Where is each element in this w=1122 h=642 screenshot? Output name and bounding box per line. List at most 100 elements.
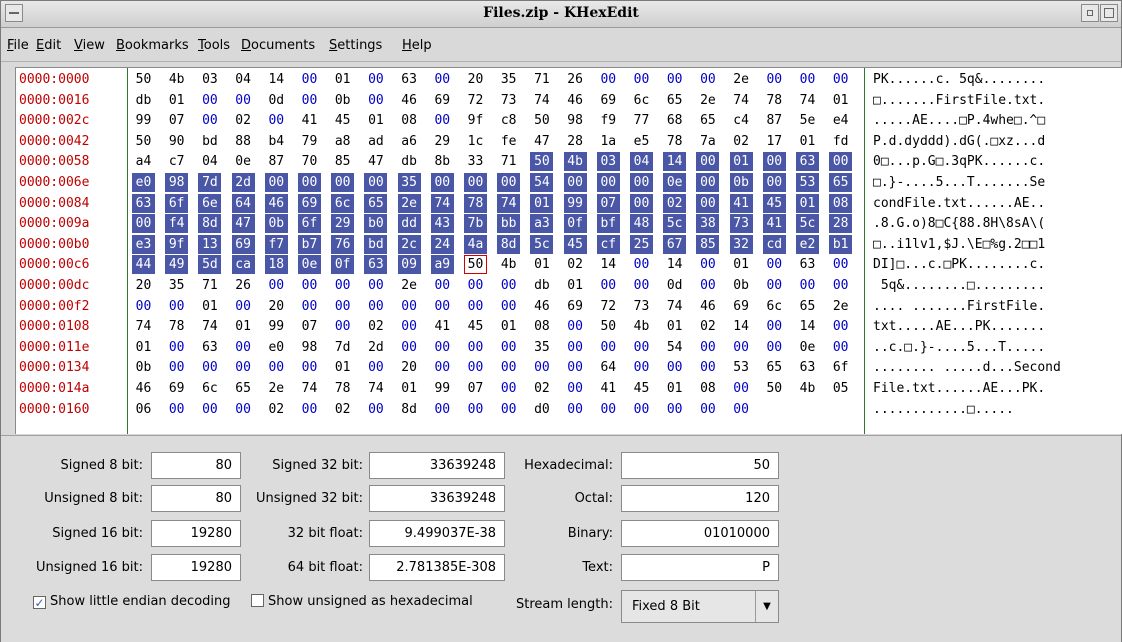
hex-byte[interactable]: 87	[265, 152, 288, 171]
hex-byte[interactable]: 0e	[663, 173, 687, 192]
hex-view[interactable]: 0000:0000 50 4b 03 04 14 00 01 00 63 00 20 35 71 26 00 0…	[15, 67, 1122, 434]
hex-row[interactable]: 0000:0058 a4 c7 04 0e 87 70 85 47 db 8b 33 71 50 4b 03 0…	[16, 152, 1122, 172]
hex-byte[interactable]: 77	[630, 111, 653, 130]
hex-byte[interactable]: 00	[298, 276, 321, 295]
hex-byte[interactable]: 63	[796, 358, 819, 377]
hex-byte[interactable]: 65	[232, 379, 255, 398]
ascii-cell[interactable]: ........ .....d...Second	[873, 358, 1122, 377]
hex-byte[interactable]: 2c	[397, 234, 421, 254]
hex-byte[interactable]: 45	[331, 111, 354, 130]
hex-byte[interactable]: 00	[630, 173, 653, 192]
hex-row[interactable]: 0000:009a 00 f4 8d 47 0b 6f 29 b0 dd 43 7b bb a3 0f bf 4…	[16, 214, 1122, 234]
hex-byte[interactable]: 02	[564, 255, 587, 274]
hex-byte[interactable]: 01	[398, 379, 421, 398]
hex-byte[interactable]: 9f	[464, 111, 487, 130]
hex-byte[interactable]: 18	[264, 255, 288, 275]
hex-byte[interactable]: 46	[564, 91, 587, 110]
hex-byte[interactable]: 69	[298, 193, 321, 213]
hex-byte[interactable]: 67	[663, 234, 687, 254]
hex-byte[interactable]: 65	[763, 358, 786, 377]
signed16-field[interactable]: 19280	[151, 520, 241, 547]
hex-byte[interactable]: 53	[796, 173, 819, 192]
hex-byte[interactable]: 74	[530, 91, 553, 110]
hex-byte[interactable]: 01	[729, 152, 753, 172]
hex-byte[interactable]: 38	[696, 214, 720, 234]
hex-byte[interactable]: 20	[464, 70, 487, 89]
hex-byte[interactable]: 8b	[431, 152, 454, 171]
hex-byte[interactable]: 65	[696, 111, 719, 130]
hex-byte[interactable]: db	[132, 91, 155, 110]
hex-byte[interactable]: 46	[398, 91, 421, 110]
hex-byte[interactable]: 4b	[165, 70, 188, 89]
hex-byte[interactable]: 00	[265, 111, 288, 130]
hex-byte[interactable]: 02	[364, 317, 387, 336]
ascii-cell[interactable]: 0□...p.G□.3qPK......c.	[873, 152, 1122, 171]
hex-byte[interactable]: 00	[564, 400, 587, 419]
hex-byte[interactable]: 6c	[763, 297, 786, 316]
hex-byte[interactable]: 25	[630, 234, 653, 254]
hex-byte[interactable]: 46	[264, 193, 288, 213]
hex-byte[interactable]: 73	[497, 91, 520, 110]
hex-byte[interactable]: 00	[232, 297, 255, 316]
hex-byte[interactable]: 74	[497, 193, 521, 213]
hex-byte[interactable]: 78	[331, 379, 354, 398]
hex-byte[interactable]: f4	[165, 214, 189, 234]
hex-byte[interactable]: 03	[596, 152, 620, 172]
hex-byte[interactable]: e5	[630, 132, 653, 151]
hex-byte[interactable]: 00	[663, 358, 686, 377]
hex-byte[interactable]: 00	[696, 193, 720, 213]
hex-byte[interactable]: 00	[630, 276, 653, 295]
hex-byte[interactable]: 74	[663, 297, 686, 316]
hex-byte[interactable]: 00	[364, 173, 388, 192]
hex-byte[interactable]: 01	[530, 255, 553, 274]
hex-byte[interactable]: 00	[597, 338, 620, 357]
hex-byte[interactable]: 50	[530, 111, 553, 130]
hex-byte[interactable]: 8d	[198, 214, 222, 234]
hex-byte[interactable]: 02	[232, 111, 255, 130]
hex-byte[interactable]: 4b	[563, 152, 587, 172]
hex-byte[interactable]: 46	[696, 297, 719, 316]
hex-byte[interactable]: 01	[530, 193, 554, 213]
hex-byte[interactable]: 00	[696, 173, 720, 192]
unsigned16-field[interactable]: 19280	[151, 554, 241, 581]
hex-byte[interactable]: 02	[530, 379, 553, 398]
hex-byte[interactable]: 2e	[730, 70, 753, 89]
hex-byte[interactable]: 24	[430, 234, 454, 254]
hex-byte[interactable]: 29	[431, 132, 454, 151]
hex-row[interactable]: 0000:00f2 00 00 01 00 20 00 00 00 00 00 00 00 46 69 72 7…	[16, 297, 1122, 316]
ascii-cell[interactable]: □.......FirstFile.txt.	[873, 91, 1122, 110]
hex-byte[interactable]: 00	[398, 317, 421, 336]
hex-byte[interactable]: 78	[663, 132, 686, 151]
hex-byte[interactable]: 45	[762, 193, 786, 213]
hex-byte[interactable]: 14	[663, 152, 687, 172]
hex-byte[interactable]: 9f	[165, 234, 189, 254]
hex-byte[interactable]: 00	[630, 400, 653, 419]
hex-byte[interactable]: 07	[165, 111, 188, 130]
hex-byte[interactable]: 0b	[331, 91, 354, 110]
hex-byte[interactable]: 71	[497, 152, 520, 171]
hex-byte[interactable]: 71	[530, 70, 553, 89]
hex-byte[interactable]: 01	[497, 317, 520, 336]
hex-byte[interactable]: 74	[132, 317, 155, 336]
hex-byte[interactable]: 01	[730, 255, 753, 274]
hex-byte[interactable]: f7	[264, 234, 288, 254]
menu-bookmarks[interactable]: Bookmarks	[116, 38, 189, 53]
hex-byte[interactable]: 00	[829, 70, 852, 89]
hex-byte[interactable]: 63	[796, 152, 819, 172]
hex-byte[interactable]: 32	[729, 234, 753, 254]
hex-byte[interactable]: 14	[597, 255, 620, 274]
hex-byte[interactable]: 99	[563, 193, 587, 213]
hex-byte[interactable]: 00	[829, 152, 853, 172]
hex-byte[interactable]: 35	[165, 276, 188, 295]
hex-byte[interactable]: 17	[763, 132, 786, 151]
hex-byte[interactable]: 0d	[663, 276, 686, 295]
hex-byte[interactable]: 46	[132, 379, 155, 398]
ascii-cell[interactable]: □..i1lv1,$J.\E□%g.2□□1	[873, 235, 1122, 254]
float64-field[interactable]: 2.781385E-308	[369, 554, 505, 581]
hex-byte[interactable]: 98	[298, 338, 321, 357]
hex-byte[interactable]: 00	[464, 358, 487, 377]
hex-byte[interactable]: 74	[198, 317, 221, 336]
ascii-cell[interactable]: .....AE....□P.4whe□.^□	[873, 111, 1122, 130]
hex-byte[interactable]: 00	[497, 173, 521, 192]
hex-byte[interactable]: 00	[364, 297, 387, 316]
